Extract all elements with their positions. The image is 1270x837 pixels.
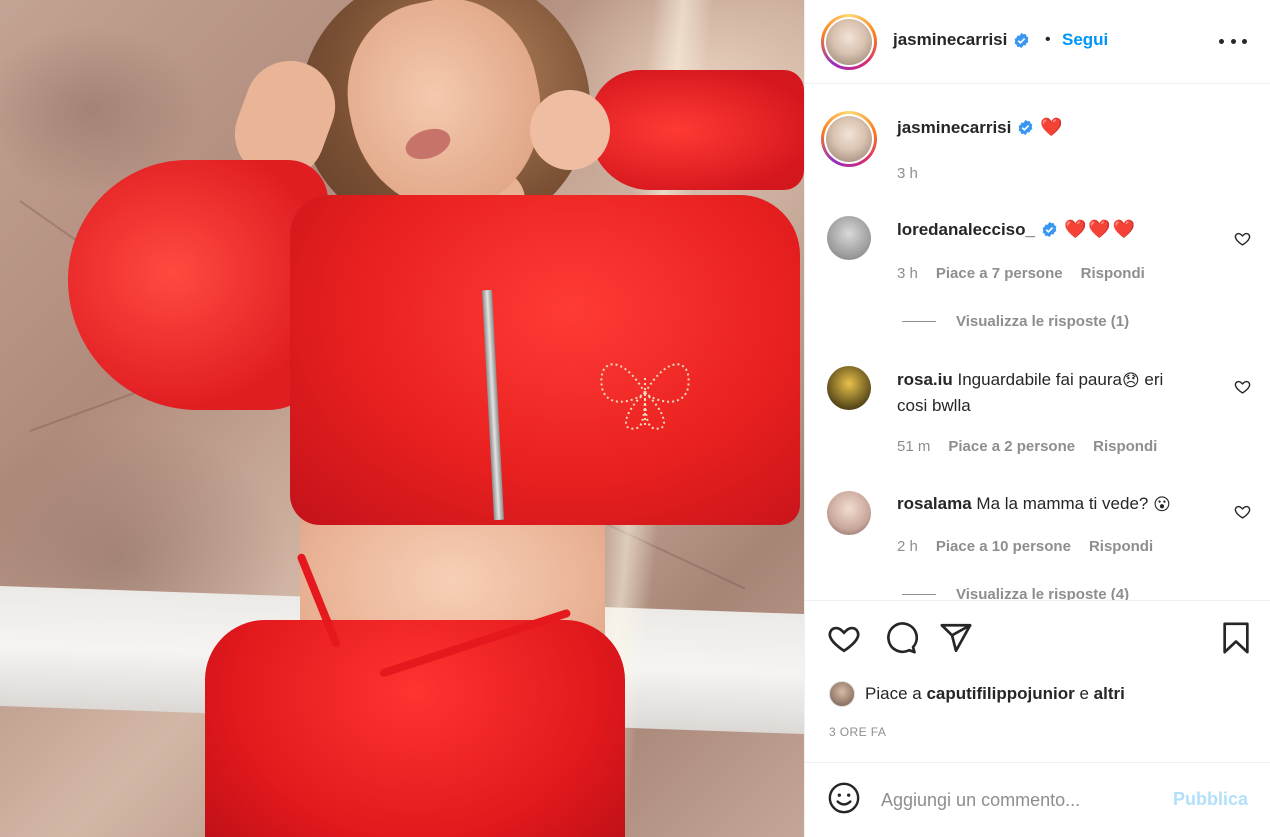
view-replies-button[interactable]: Visualizza le risposte (4) — [902, 586, 1129, 600]
publish-button[interactable]: Pubblica — [1173, 789, 1248, 810]
author-avatar[interactable] — [821, 14, 877, 70]
comment-meta: 3 h Piace a 7 persone Rispondi — [897, 265, 1145, 282]
comment-likes[interactable]: Piace a 10 persone — [936, 538, 1071, 555]
photo-hand — [530, 90, 610, 170]
add-comment-bar: Pubblica — [805, 762, 1270, 837]
post-photo[interactable] — [0, 0, 804, 837]
comment-time: 3 h — [897, 265, 918, 282]
verified-badge-icon — [1014, 32, 1029, 48]
caption-heart-emoji: ❤️ — [1040, 117, 1063, 137]
photo-skirt — [205, 620, 625, 837]
comment-like-heart-icon[interactable] — [1234, 503, 1251, 520]
photo-jacket — [290, 195, 800, 525]
comment-avatar[interactable] — [827, 366, 871, 410]
reply-button[interactable]: Rispondi — [1089, 538, 1153, 555]
post-actions: Piace a caputifilippojunior e altri 3 OR… — [805, 600, 1270, 760]
comment-icon[interactable] — [884, 621, 918, 655]
comment-avatar[interactable] — [827, 216, 871, 260]
photo-sleeve — [68, 160, 328, 410]
liker-avatar[interactable] — [829, 681, 855, 707]
separator-dot: • — [1045, 31, 1051, 48]
liker-username[interactable]: caputifilippojunior — [926, 684, 1074, 703]
more-options-icon[interactable] — [1219, 28, 1247, 54]
comment-input[interactable] — [881, 787, 1151, 813]
caption: jasminecarrisi ❤️ — [897, 117, 1063, 138]
comment-text: ❤️❤️❤️ — [1063, 219, 1138, 239]
comments-list[interactable]: jasminecarrisi ❤️ 3 h loredanalecciso_ ❤… — [805, 85, 1270, 600]
comment-text: Ma la mamma ti vede? — [976, 494, 1149, 513]
emoji-picker-icon[interactable] — [827, 781, 861, 815]
comment-likes[interactable]: Piace a 7 persone — [936, 265, 1063, 282]
comment-time: 2 h — [897, 538, 918, 555]
comment-avatar[interactable] — [827, 491, 871, 535]
likes-conjunction: e — [1079, 684, 1089, 703]
post-timestamp[interactable]: 3 ORE FA — [829, 725, 886, 739]
likes-summary: Piace a caputifilippojunior e altri — [829, 681, 1125, 707]
rhinestone-butterfly — [600, 363, 690, 430]
follow-button[interactable]: Segui — [1062, 30, 1108, 50]
heart-icon[interactable] — [827, 621, 861, 655]
share-icon[interactable] — [939, 621, 973, 655]
likes-others-link[interactable]: altri — [1094, 684, 1125, 703]
photo-sleeve — [590, 70, 804, 190]
verified-badge-icon — [1042, 221, 1057, 238]
caption-username[interactable]: jasminecarrisi — [897, 118, 1011, 138]
comment-username[interactable]: rosalama — [897, 494, 972, 513]
comment-username[interactable]: loredanalecciso_ — [897, 217, 1035, 242]
comment-emoji: 😞 — [1121, 371, 1140, 391]
caption-time: 3 h — [897, 165, 918, 182]
comment-time: 51 m — [897, 438, 931, 455]
author-username[interactable]: jasminecarrisi — [893, 30, 1007, 50]
reply-button[interactable]: Rispondi — [1081, 265, 1145, 282]
post-side-panel: jasminecarrisi • Segui jasminecarrisi ❤️… — [804, 0, 1270, 837]
bookmark-icon[interactable] — [1219, 621, 1253, 655]
comment-emoji: 😮 — [1153, 495, 1171, 515]
comment-likes[interactable]: Piace a 2 persone — [948, 438, 1075, 455]
verified-badge-icon — [1018, 119, 1033, 136]
comment-meta: 2 h Piace a 10 persone Rispondi — [897, 538, 1153, 555]
comment-body: loredanalecciso_ ❤️❤️❤️ — [897, 217, 1137, 242]
comment-text-line2: cosi bwlla — [897, 396, 971, 416]
comment-username[interactable]: rosa.iu — [897, 370, 953, 389]
likes-prefix: Piace a — [865, 684, 922, 703]
post-header: jasminecarrisi • Segui — [805, 0, 1270, 84]
reply-button[interactable]: Rispondi — [1093, 438, 1157, 455]
caption-avatar[interactable] — [821, 111, 877, 167]
view-replies-button[interactable]: Visualizza le risposte (1) — [902, 313, 1129, 330]
comment-text: Inguardabile fai paura — [957, 370, 1122, 389]
comment-text-continued: eri — [1139, 370, 1164, 389]
comment-body: rosa.iu Inguardabile fai paura😞 eri cosi… — [897, 367, 1217, 418]
comment-body: rosalama Ma la mamma ti vede? 😮 — [897, 491, 1227, 517]
comment-like-heart-icon[interactable] — [1234, 230, 1251, 247]
comment-meta: 51 m Piace a 2 persone Rispondi — [897, 438, 1157, 455]
comment-like-heart-icon[interactable] — [1234, 378, 1251, 395]
